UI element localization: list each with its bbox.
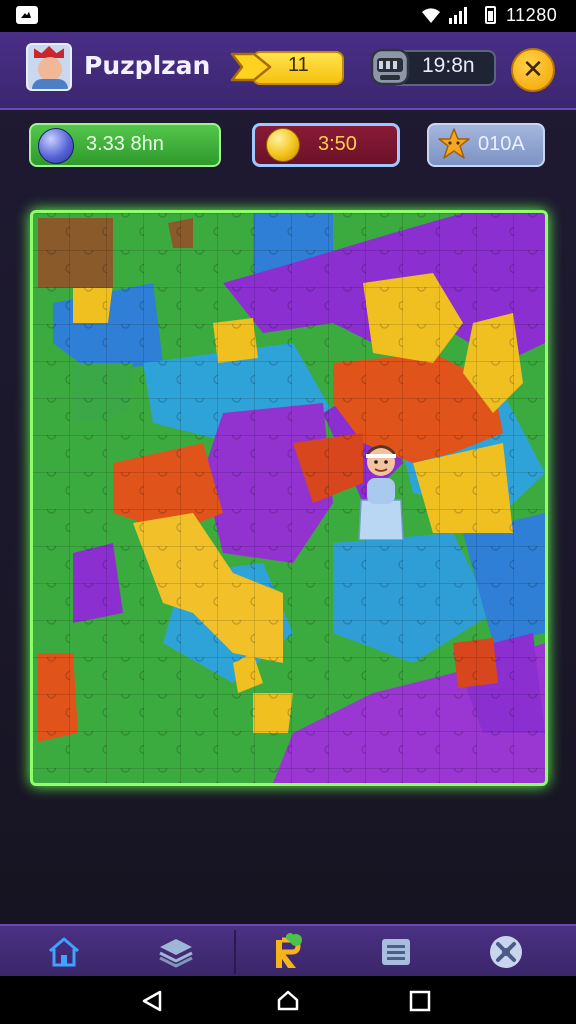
layers-icon — [159, 939, 193, 968]
home-icon — [49, 937, 79, 967]
nav-divider — [234, 930, 236, 974]
game-title: Puzplzan — [84, 51, 211, 80]
level-value: 11 — [288, 54, 309, 76]
tools-icon — [490, 936, 522, 968]
system-nav — [0, 976, 576, 1024]
notification-icon — [16, 6, 38, 24]
bottom-nav — [0, 924, 576, 978]
wifi-icon — [422, 8, 440, 23]
top-bar: Puzplzan 11 19:8n ✕ — [0, 32, 576, 110]
gem-icon — [38, 128, 74, 164]
puzzle-artwork — [33, 213, 545, 783]
timer-value: 19:8n — [422, 54, 475, 77]
star-icon — [438, 128, 470, 159]
close-button[interactable]: ✕ — [511, 48, 555, 92]
battery-icon — [485, 6, 496, 24]
coins-timer-value: 3:50 — [318, 133, 357, 155]
nav-layers[interactable] — [146, 926, 206, 978]
back-icon[interactable] — [140, 990, 164, 1012]
recents-icon[interactable] — [409, 990, 431, 1012]
puzzle-icon — [276, 933, 302, 968]
signal-icon — [449, 7, 467, 24]
status-time: 11280 — [506, 5, 558, 25]
player-character — [358, 445, 404, 540]
puzzle-board[interactable] — [30, 210, 548, 786]
stars-value: 010A — [478, 133, 525, 155]
nav-puzzle[interactable] — [256, 926, 316, 978]
arrow-icon — [230, 52, 272, 82]
gems-value: 3.33 8hn — [86, 133, 164, 155]
robot-icon — [370, 48, 410, 86]
nav-list[interactable] — [366, 926, 426, 978]
list-icon — [382, 939, 410, 965]
home-circle-icon[interactable] — [276, 989, 300, 1013]
nav-tools[interactable] — [476, 926, 536, 978]
coin-icon — [266, 128, 300, 162]
avatar[interactable] — [26, 43, 72, 91]
nav-home[interactable] — [34, 926, 94, 978]
status-bar: 11280 — [0, 0, 576, 32]
